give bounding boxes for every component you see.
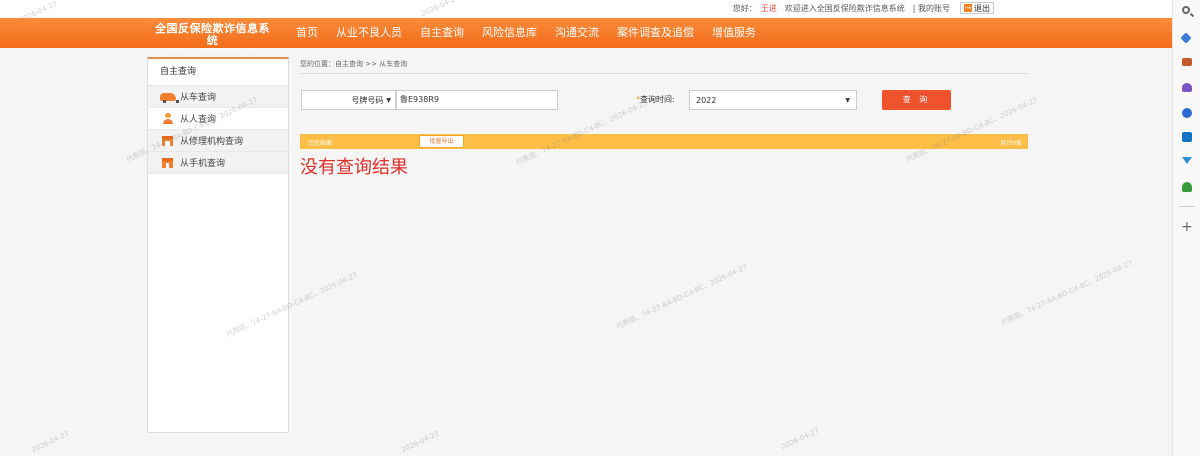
sidebar-item-label: 从车查询 [180, 93, 217, 103]
main-content: 您的位置：自主查询 >> 从车查询 号牌号码 ▼ 鲁E938R9 *查询时间: … [300, 57, 1028, 179]
nav-menu: 首页 从业不良人员 自主查询 风险信息库 沟通交流 案件调查及追偿 增值服务 [288, 18, 765, 48]
chevron-down-icon: ▼ [845, 96, 850, 104]
search-button[interactable]: 查 询 [882, 90, 951, 110]
site-logo[interactable]: 全国反保险欺诈信息系统 NATIONAL ANTI INSURANCE FRAU… [150, 23, 275, 54]
main-nav-bar: 全国反保险欺诈信息系统 NATIONAL ANTI INSURANCE FRAU… [0, 18, 1172, 53]
phone-icon [162, 157, 173, 168]
logout-label: 退出 [974, 3, 990, 13]
greeting-text: 您好： [732, 3, 757, 13]
toolbar-divider [1179, 206, 1195, 207]
record-count: 共计0条 [1000, 140, 1022, 147]
watermark: 2026-04-27 [400, 429, 441, 455]
query-time-text: 查询时间: [640, 95, 675, 104]
tree-icon[interactable] [1182, 182, 1192, 192]
shop-icon [162, 135, 173, 146]
sidebar-item-person-query[interactable]: 从人查询 [148, 108, 288, 130]
sidebar-item-label: 从修理机构查询 [180, 137, 244, 147]
breadcrumb: 您的位置：自主查询 >> 从车查询 [300, 57, 1028, 74]
logo-title-en: NATIONAL ANTI INSURANCE FRAUD SYSTEM [163, 48, 262, 53]
search-icon[interactable] [1182, 6, 1190, 14]
browser-side-toolbar: + [1172, 0, 1200, 456]
send-icon[interactable] [1182, 157, 1192, 164]
plate-type-select[interactable]: 号牌号码 ▼ [301, 90, 396, 110]
sidebar: 自主查询 从车查询 从人查询 从修理机构查询 从手机查询 [147, 57, 289, 433]
username-link[interactable]: 王进 [761, 3, 777, 14]
user-info: 您好： 王进 欢迎进入全国反保险欺诈信息系统 | 我的账号 → 退出 [733, 2, 994, 14]
year-value: 2022 [696, 95, 717, 105]
plate-type-value: 号牌号码 [351, 95, 384, 105]
people-icon[interactable] [1182, 83, 1192, 92]
nav-item-communication[interactable]: 沟通交流 [546, 18, 608, 48]
sidebar-item-phone-query[interactable]: 从手机查询 [148, 152, 288, 174]
batch-export-button[interactable]: 批量导出 [419, 135, 464, 148]
sidebar-item-vehicle-query[interactable]: 从车查询 [148, 86, 288, 108]
no-result-message: 没有查询结果 [300, 157, 408, 178]
nav-item-home[interactable]: 首页 [288, 18, 327, 48]
watermark: 代燕丽、74-27-8A-BD-C4-BC、2026-04-27 [615, 262, 749, 332]
nav-item-case-investigation[interactable]: 案件调查及追偿 [608, 18, 703, 48]
logout-icon: → [964, 4, 972, 12]
person-icon [163, 113, 173, 124]
query-time-label: *查询时间: [636, 94, 675, 105]
add-icon[interactable]: + [1181, 220, 1193, 234]
query-year-select[interactable]: 2022 ▼ [689, 90, 857, 110]
sidebar-item-label: 从人查询 [180, 115, 217, 125]
sidebar-item-repair-shop-query[interactable]: 从修理机构查询 [148, 130, 288, 152]
plate-number-input[interactable]: 鲁E938R9 [396, 90, 558, 110]
nav-item-risk-database[interactable]: 风险信息库 [473, 18, 546, 48]
nav-item-value-added[interactable]: 增值服务 [703, 18, 765, 48]
watermark: 2026-04-27 [30, 429, 71, 455]
welcome-text: 欢迎进入全国反保险欺诈信息系统 [784, 3, 905, 13]
history-title: 历史档案 [308, 140, 333, 147]
sidebar-title: 自主查询 [148, 59, 288, 86]
car-icon [160, 92, 179, 103]
top-utility-bar: 您好： 王进 欢迎进入全国反保险欺诈信息系统 | 我的账号 → 退出 [0, 0, 1172, 18]
sidebar-item-label: 从手机查询 [180, 159, 226, 169]
search-form: 号牌号码 ▼ 鲁E938R9 *查询时间: 2022 ▼ 查 询 [300, 90, 1028, 120]
my-account-link[interactable]: | 我的账号 [913, 3, 950, 14]
outlook-icon[interactable] [1182, 132, 1192, 142]
logo-title-cn: 全国反保险欺诈信息系统 [155, 22, 270, 47]
briefcase-icon[interactable] [1182, 58, 1192, 66]
copilot-icon[interactable] [1182, 108, 1192, 118]
history-records-bar: 历史档案 批量导出 共计0条 [300, 134, 1028, 149]
chevron-down-icon: ▼ [386, 96, 391, 104]
watermark: 代燕丽、74-27-8A-BD-C4-BC、2026-04-27 [1000, 258, 1134, 328]
logout-button[interactable]: → 退出 [960, 2, 994, 14]
tag-icon[interactable] [1180, 32, 1192, 44]
watermark: 2026-04-27 [780, 426, 821, 452]
nav-item-self-query[interactable]: 自主查询 [411, 18, 473, 48]
nav-item-bad-practitioners[interactable]: 从业不良人员 [327, 18, 411, 48]
